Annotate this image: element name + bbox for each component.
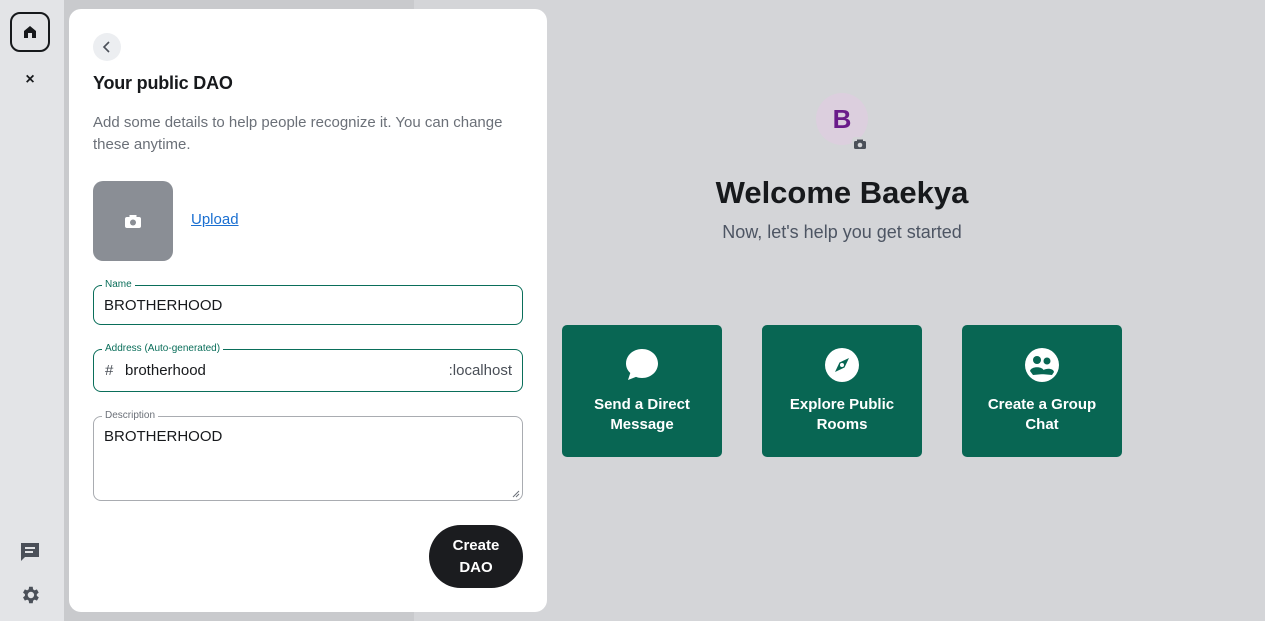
description-textarea[interactable]: BROTHERHOOD: [104, 428, 222, 445]
home-icon: [24, 26, 36, 38]
send-direct-message-button[interactable]: Send a Direct Message: [562, 325, 722, 457]
tile-label: Create a Group Chat: [987, 396, 1097, 433]
resize-handle-icon[interactable]: [512, 490, 520, 498]
space-rail: ×: [0, 0, 64, 621]
tile-label: Explore Public Rooms: [789, 396, 895, 433]
upload-link[interactable]: Upload: [191, 211, 239, 228]
messages-icon[interactable]: [18, 540, 42, 564]
settings-gear-icon[interactable]: [18, 583, 42, 607]
address-field[interactable]: Address (Auto-generated) # brotherhood :…: [93, 343, 523, 392]
description-field-label: Description: [102, 410, 159, 422]
chevron-left-icon: [102, 41, 110, 53]
address-field-label: Address (Auto-generated): [102, 343, 224, 355]
chat-bubble-icon: [626, 349, 658, 380]
dialog-title: Your public DAO: [93, 73, 233, 93]
create-dao-dialog: Your public DAO Add some details to help…: [69, 9, 547, 612]
tile-label: Send a Direct Message: [594, 396, 690, 433]
hash-prefix: #: [105, 362, 114, 379]
compass-icon: [825, 348, 859, 382]
home-button[interactable]: [10, 12, 50, 52]
group-icon: [1025, 348, 1059, 382]
name-field-label: Name: [102, 279, 135, 291]
create-group-chat-button[interactable]: Create a Group Chat: [962, 325, 1122, 457]
name-field[interactable]: Name BROTHERHOOD: [93, 279, 523, 325]
create-dao-button[interactable]: Create DAO: [429, 525, 523, 588]
app-root: × B Welcome Baekya Now, let's help you g…: [0, 0, 1265, 621]
dialog-description: Add some details to help people recogniz…: [93, 114, 503, 153]
camera-icon: [125, 215, 141, 228]
address-suffix: :localhost: [448, 362, 512, 379]
explore-public-rooms-button[interactable]: Explore Public Rooms: [762, 325, 922, 457]
camera-icon[interactable]: [852, 137, 868, 151]
close-icon[interactable]: ×: [20, 70, 40, 90]
name-input[interactable]: BROTHERHOOD: [104, 297, 222, 314]
address-input[interactable]: brotherhood: [125, 362, 206, 379]
back-button[interactable]: [93, 33, 121, 61]
description-field[interactable]: Description BROTHERHOOD: [93, 410, 523, 501]
dao-avatar-upload[interactable]: [93, 181, 173, 261]
